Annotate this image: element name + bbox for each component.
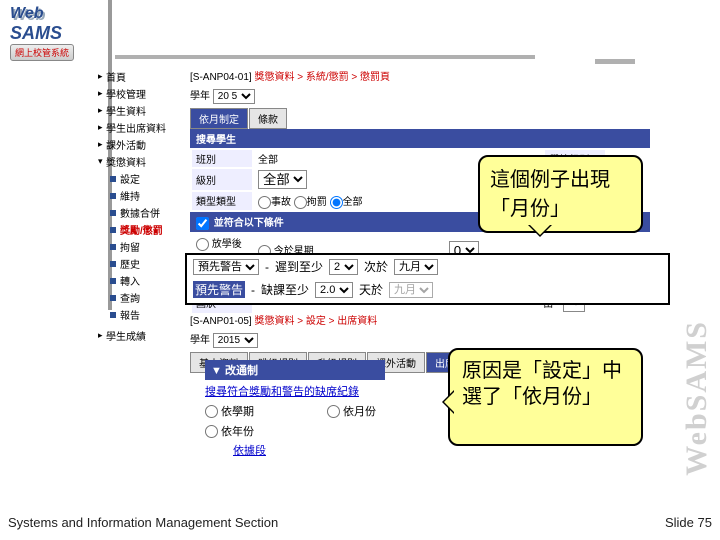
rule1-type-select[interactable]: 預先警告: [193, 259, 259, 275]
type-opt-0[interactable]: 事故: [258, 197, 291, 208]
search-absence-link[interactable]: 搜尋符合獎勵和警告的缺席紀錄: [205, 386, 359, 398]
class-label: 班別: [192, 150, 252, 167]
radio-by-year[interactable]: 依年份: [205, 423, 315, 439]
radio-by-term[interactable]: 依學期: [205, 403, 315, 419]
tabbar-1: 依月制定 條款: [190, 108, 650, 129]
level-label: 級別: [192, 169, 252, 190]
logo: Web SAMS 網上校管系統: [10, 5, 110, 50]
sidebar-nav: ▸首頁 ▸學校管理 ▸學生資料 ▸學生出席資料 ▸課外活動 ▾獎懲資料 設定 維…: [98, 68, 188, 344]
year-select[interactable]: 20 5: [213, 89, 255, 104]
callout-reason: 原因是「設定」中選了「依月份」: [448, 348, 643, 446]
rule2-type-highlight[interactable]: 預先警告: [193, 281, 245, 298]
rule2-period-select[interactable]: 九月: [389, 282, 433, 298]
nav-sub-maintain[interactable]: 維持: [98, 187, 188, 204]
rule2-count-select[interactable]: 2.0: [315, 282, 353, 298]
rule-row-1: 預先警告 - 遲到至少 2 次於 九月: [187, 255, 668, 278]
setup-header: ▼ 改通制: [205, 360, 385, 380]
nav-student-info[interactable]: ▸學生資料: [98, 102, 188, 119]
year2-label: 學年: [190, 335, 210, 346]
year-label: 學年: [190, 91, 210, 102]
nav-student-score[interactable]: ▸學生成績: [98, 327, 188, 344]
year2-select[interactable]: 2015: [213, 333, 258, 348]
basis-link[interactable]: 依據段: [233, 442, 266, 458]
footer-right: Slide 75: [665, 515, 712, 530]
ack-radio[interactable]: [196, 238, 209, 251]
nav-reward-punish[interactable]: ▾獎懲資料: [98, 153, 188, 170]
nav-school-mgmt[interactable]: ▸學校管理: [98, 85, 188, 102]
rule1-count-select[interactable]: 2: [329, 259, 358, 275]
level-select[interactable]: 全部: [258, 170, 307, 189]
nav-extracurricular[interactable]: ▸課外活動: [98, 136, 188, 153]
tab-terms[interactable]: 條款: [249, 108, 287, 129]
nav-sub-report[interactable]: 報告: [98, 306, 188, 323]
callout-month-example: 這個例子出現「月份」: [478, 155, 643, 233]
nav-sub-reward[interactable]: 獎勵/懲罰: [98, 221, 188, 238]
side-brand-text: WebSAMS: [680, 320, 714, 476]
breadcrumb-1: [S-ANP04-01] 獎懲資料 > 系統/懲罰 > 懲罰頁: [190, 68, 650, 83]
nav-sub-setup[interactable]: 設定: [98, 170, 188, 187]
rule1-period-select[interactable]: 九月: [394, 259, 438, 275]
nav-sub-query[interactable]: 查詢: [98, 289, 188, 306]
type-opt-2[interactable]: 全部: [330, 197, 363, 208]
nav-sub-transfer[interactable]: 轉入: [98, 272, 188, 289]
type-label: 類型類型: [192, 192, 252, 210]
rule-row-2: 預先警告 - 缺課至少 2.0 天於 九月: [187, 278, 668, 301]
nav-home[interactable]: ▸首頁: [98, 68, 188, 85]
rule-focus-box: 預先警告 - 遲到至少 2 次於 九月 預先警告 - 缺課至少 2.0 天於 九…: [185, 253, 670, 305]
nav-attendance[interactable]: ▸學生出席資料: [98, 119, 188, 136]
logo-subtitle: 網上校管系統: [10, 44, 74, 61]
type-opt-1[interactable]: 拘罰: [294, 197, 327, 208]
nav-sub-merge[interactable]: 數據合併: [98, 204, 188, 221]
breadcrumb-2: [S-ANP01-05] 獎懲資料 > 設定 > 出席資料: [190, 312, 650, 327]
nav-sub-detention[interactable]: 拘留: [98, 238, 188, 255]
logo-sams: SAMS: [10, 23, 62, 43]
footer-left: Systems and Information Management Secti…: [8, 515, 278, 530]
setup-area: ▼ 改通制 搜尋符合獎勵和警告的缺席紀錄 依學期 依月份 依年份 依據段: [205, 360, 455, 458]
nav-sub-history[interactable]: 歷史: [98, 255, 188, 272]
search-header: 搜尋學生: [190, 129, 650, 148]
radio-by-month[interactable]: 依月份: [327, 403, 437, 419]
tab-by-month[interactable]: 依月制定: [190, 108, 248, 129]
logo-web: Web: [10, 5, 43, 22]
header-rule: [115, 55, 635, 65]
cond-checkbox[interactable]: [196, 217, 209, 230]
